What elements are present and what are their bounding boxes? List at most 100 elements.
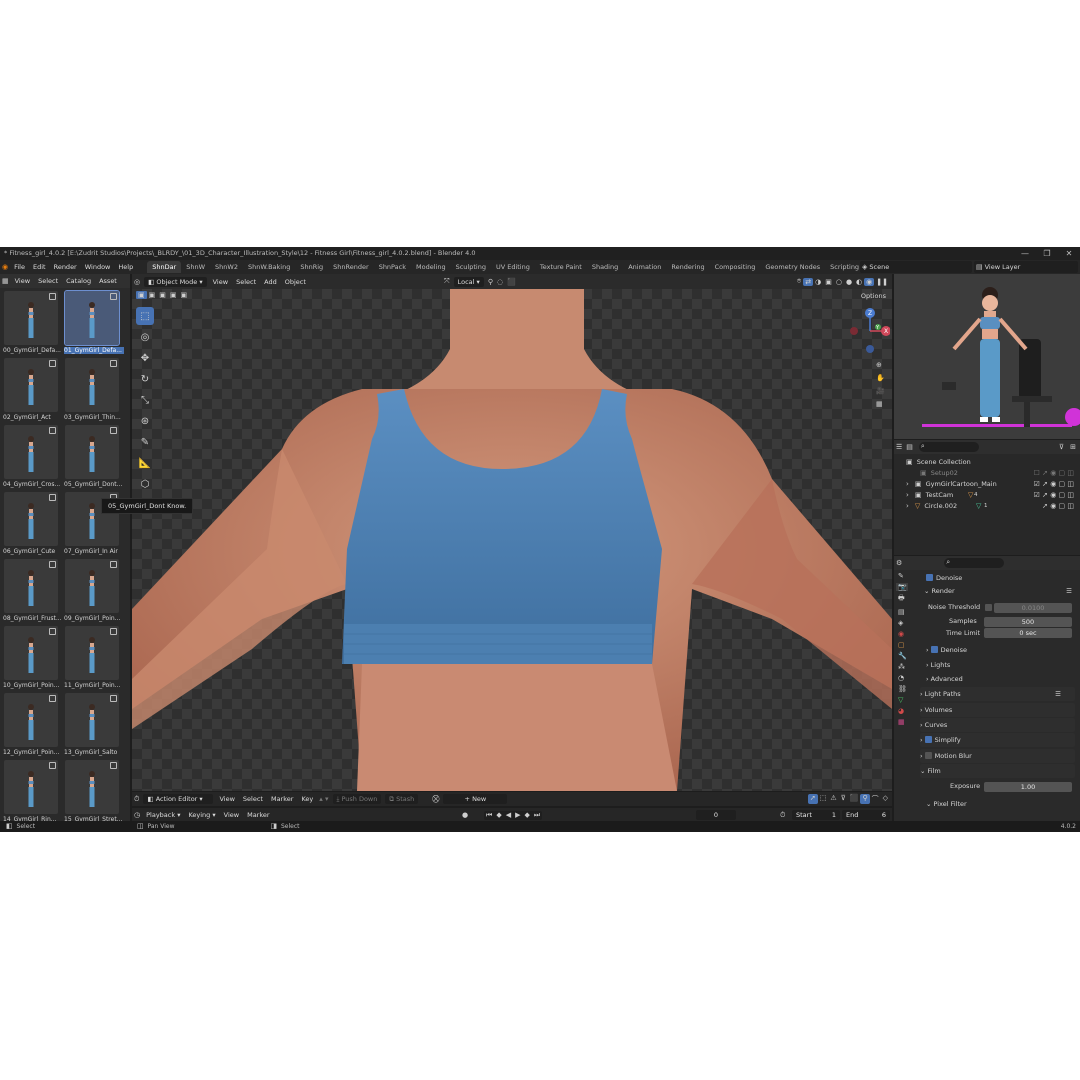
render-subpanel[interactable]: ⌄ Render ☰	[924, 585, 1080, 598]
show-hidden-icon[interactable]: ⬚	[818, 794, 829, 804]
tool-tab-icon[interactable]: ✎	[896, 572, 908, 580]
asset-menu-view[interactable]: View	[11, 277, 34, 285]
asset-menu-catalog[interactable]: Catalog	[62, 277, 95, 285]
asset-thumbnail[interactable]	[65, 760, 119, 814]
asset-edit-icon[interactable]	[49, 628, 56, 635]
action-menu-marker[interactable]: Marker	[267, 795, 297, 803]
expand-arrow-icon[interactable]: ›	[904, 490, 911, 501]
action-menu-key[interactable]: Key	[297, 795, 317, 803]
camera-view-icon[interactable]: 🎥	[874, 387, 887, 395]
tab-geometry-nodes[interactable]: Geometry Nodes	[760, 261, 825, 273]
rotate-tool-icon[interactable]: ↻	[136, 370, 154, 388]
constraints-tab-icon[interactable]: ⛓	[896, 685, 908, 693]
asset-edit-icon[interactable]	[110, 762, 117, 769]
asset-menu-select[interactable]: Select	[34, 277, 62, 285]
tab-shnw-baking[interactable]: ShnW.Baking	[243, 261, 295, 273]
jump-end-icon[interactable]: ⏭	[532, 811, 542, 820]
physics-tab-icon[interactable]: ◔	[896, 674, 908, 682]
current-frame-field[interactable]: 0	[696, 810, 736, 820]
asset-edit-icon[interactable]	[110, 561, 117, 568]
outliner-row[interactable]: › ▣ TestCam ▽ 4 ☑ ➚ ◉ ▢ ◫	[894, 490, 1080, 501]
asset-edit-icon[interactable]	[49, 360, 56, 367]
minimize-button[interactable]: —	[1014, 247, 1036, 260]
tab-compositing[interactable]: Compositing	[710, 261, 761, 273]
filter-icon[interactable]: ⊽	[1057, 443, 1066, 451]
jump-start-icon[interactable]: ⏮	[484, 811, 494, 820]
new-collection-icon[interactable]: ⊞	[1068, 443, 1078, 451]
close-button[interactable]: ✕	[1058, 247, 1080, 260]
next-keyframe-icon[interactable]: ◆	[522, 811, 531, 820]
world-tab-icon[interactable]: ◉	[896, 630, 908, 638]
play-reverse-icon[interactable]: ◀	[504, 811, 513, 820]
asset-edit-icon[interactable]	[49, 427, 56, 434]
asset-thumbnail[interactable]	[64, 290, 120, 346]
tab-rendering[interactable]: Rendering	[666, 261, 709, 273]
modifier-tab-icon[interactable]: 🔧	[896, 652, 908, 660]
pixel-filter-subpanel[interactable]: ⌄ Pixel Filter	[926, 798, 1080, 811]
move-tool-icon[interactable]: ✥	[136, 349, 154, 367]
asset-edit-icon[interactable]	[49, 695, 56, 702]
light-paths-panel[interactable]: › Light Paths ☰	[920, 687, 1075, 701]
view-layer-tab-icon[interactable]: ▤	[896, 608, 908, 616]
asset-thumbnail[interactable]	[65, 626, 119, 680]
editor-type-icon[interactable]: ▦	[0, 277, 11, 285]
select-subtract-icon[interactable]: ▣	[157, 291, 168, 299]
pause-render-icon[interactable]: ❚❚	[874, 278, 890, 286]
action-browse-icon[interactable]: ⛒	[430, 795, 441, 804]
object-tab-icon[interactable]: ▢	[896, 641, 908, 649]
timeline-menu-keying[interactable]: Keying ▾	[184, 811, 219, 819]
zoom-icon[interactable]: ⊕	[874, 361, 884, 369]
measure-tool-icon[interactable]: 📐	[136, 454, 154, 472]
row-visibility-icons[interactable]: ☑ ➚ ◉ ▢ ◫	[1032, 479, 1076, 490]
timeline-menu-marker[interactable]: Marker	[243, 811, 273, 819]
data-tab-icon[interactable]: ▽	[896, 696, 908, 704]
object-mode-dropdown[interactable]: ◧ Object Mode ▾	[144, 276, 207, 287]
time-limit-field[interactable]: 0 sec	[984, 628, 1072, 638]
select-box-mode-icon[interactable]: ▣	[136, 291, 147, 299]
cursor-tool-icon[interactable]: ◎	[136, 328, 154, 346]
asset-edit-icon[interactable]	[110, 293, 117, 300]
material-shading-icon[interactable]: ◐	[854, 278, 864, 286]
asset-edit-icon[interactable]	[49, 561, 56, 568]
denoise-toggle[interactable]: Denoise	[926, 572, 1080, 585]
select-invert-icon[interactable]: ▣	[168, 291, 179, 299]
asset-thumbnail[interactable]	[4, 693, 58, 747]
render-tab-icon[interactable]: 📷	[896, 583, 908, 591]
tab-modeling[interactable]: Modeling	[411, 261, 451, 273]
tab-shnpack[interactable]: ShnPack	[374, 261, 411, 273]
menu-edit[interactable]: Edit	[29, 263, 50, 271]
film-panel[interactable]: ⌄ Film	[920, 764, 1075, 778]
snap-icon[interactable]: ⚲	[486, 278, 495, 286]
asset-thumbnail[interactable]	[65, 358, 119, 412]
tab-texture-paint[interactable]: Texture Paint	[535, 261, 587, 273]
pan-hand-icon[interactable]: ✋	[874, 374, 887, 382]
select-extend-icon[interactable]: ▣	[147, 291, 158, 299]
proportional-edit-icon[interactable]: ◌	[495, 278, 505, 286]
tab-scripting[interactable]: Scripting	[825, 261, 864, 273]
overlay-toggle-icon[interactable]: ◑	[813, 278, 823, 286]
transform-tool-icon[interactable]: ⊛	[136, 412, 154, 430]
asset-thumbnail[interactable]	[4, 291, 58, 345]
asset-thumbnail[interactable]	[4, 492, 58, 546]
annotate-tool-icon[interactable]: ✎	[136, 433, 154, 451]
noise-threshold-checkbox[interactable]	[985, 604, 992, 611]
action-editor-mode-dropdown[interactable]: ◧ Action Editor ▾	[143, 794, 214, 804]
preview-range-icon[interactable]: ⏱	[778, 811, 787, 820]
filter-icon[interactable]: ⊽	[839, 794, 848, 804]
tab-shnrender[interactable]: ShnRender	[328, 261, 374, 273]
tab-shndar[interactable]: ShnDar	[147, 261, 182, 273]
key-type-icon[interactable]: ◇	[881, 794, 890, 804]
asset-edit-icon[interactable]	[49, 293, 56, 300]
rendered-shading-icon[interactable]: ◉	[864, 277, 875, 286]
camera-preview[interactable]	[894, 274, 1080, 439]
timeline-editor-icon[interactable]: ◷	[132, 811, 142, 819]
asset-edit-icon[interactable]	[110, 427, 117, 434]
noise-threshold-field[interactable]: 0.0100	[994, 603, 1072, 613]
volumes-panel[interactable]: › Volumes	[920, 703, 1075, 717]
texture-tab-icon[interactable]: ▦	[896, 718, 908, 726]
record-icon[interactable]: ●	[460, 811, 470, 819]
asset-thumbnail[interactable]	[4, 425, 58, 479]
proportional-icon[interactable]: ⬛	[848, 794, 861, 804]
perspective-grid-icon[interactable]: ▦	[874, 400, 885, 408]
timeline-menu-view[interactable]: View	[220, 811, 243, 819]
